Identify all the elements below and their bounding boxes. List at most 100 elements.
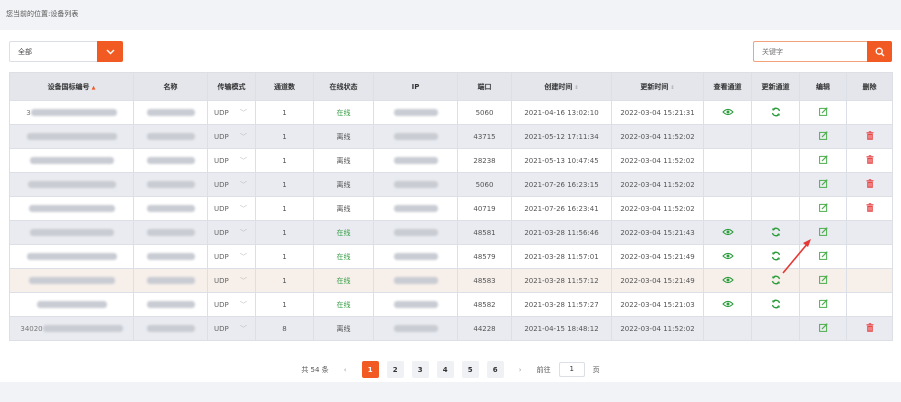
device-id-cell [9,124,134,149]
refresh-channels-button[interactable] [771,299,781,309]
port-cell: 5060 [457,172,512,197]
view-channels-button[interactable] [721,228,734,236]
page-button-5[interactable]: 5 [461,361,479,378]
page-button-4[interactable]: 4 [436,361,454,378]
redacted-name [146,277,195,284]
redacted-name [146,325,195,332]
refresh-channels-button[interactable] [771,107,781,117]
status-cell: 在线 [313,244,374,269]
view-channels-cell [703,172,752,197]
edit-button[interactable] [818,203,828,212]
page-button-2[interactable]: 2 [386,361,404,378]
edit-button[interactable] [818,107,828,116]
transport-cell[interactable]: UDP ﹀ [207,100,256,125]
col-header-device-id[interactable]: 设备国标编号 ▲ [9,72,134,101]
sort-up-icon[interactable]: ▲ [92,85,96,91]
refresh-channels-button[interactable] [771,275,781,285]
view-channels-cell[interactable] [703,268,752,293]
chevron-down-icon: ﹀ [240,300,247,309]
channel-count-cell: 1 [255,244,314,269]
col-header-view-channels: 查看通道 [703,72,752,101]
refresh-channels-cell[interactable] [751,292,800,317]
view-channels-cell [703,316,752,341]
port-cell: 48579 [457,244,512,269]
redacted-name [146,253,195,260]
page-button-6[interactable]: 6 [486,361,504,378]
edit-button[interactable] [818,155,828,164]
col-header-created[interactable]: 创建时间 ⇕ [511,72,612,101]
delete-button[interactable] [866,203,874,212]
edit-button[interactable] [818,131,828,140]
device-name-cell [133,124,208,149]
col-header-status: 在线状态 [313,72,374,101]
transport-cell[interactable]: UDP ﹀ [207,196,256,221]
refresh-channels-cell[interactable] [751,100,800,125]
sort-icon[interactable]: ⇕ [574,85,578,91]
transport-cell[interactable]: UDP ﹀ [207,244,256,269]
page-button-3[interactable]: 3 [411,361,429,378]
status-filter-select[interactable]: 全部 [9,41,123,62]
delete-button[interactable] [866,179,874,188]
refresh-channels-cell[interactable] [751,220,800,245]
col-header-channels: 通道数 [255,72,314,101]
delete-button[interactable] [866,323,874,332]
status-filter-value: 全部 [9,41,97,62]
delete-button[interactable] [866,155,874,164]
refresh-channels-button[interactable] [771,227,781,237]
table-row: UDP ﹀ 1 离线 43715 2021-05-12 17:11:34 2022-03-0… [9,124,893,149]
refresh-channels-cell[interactable] [751,268,800,293]
goto-page-input[interactable]: 1 [558,362,585,377]
device-id-cell: 3 [9,100,134,125]
trash-icon [866,131,873,140]
edit-button[interactable] [818,323,828,332]
edit-cell [799,100,847,125]
edit-button[interactable] [818,299,828,308]
device-name-cell [133,292,208,317]
transport-cell[interactable]: UDP ﹀ [207,148,256,173]
edit-cell [799,172,847,197]
port-cell: 44228 [457,316,512,341]
chevron-down-icon[interactable] [97,41,123,62]
delete-cell [846,220,893,245]
view-channels-button[interactable] [721,300,734,308]
view-channels-cell [703,124,752,149]
updated-time-cell: 2022-03-04 15:21:43 [611,220,704,245]
ip-cell [373,100,458,125]
transport-cell[interactable]: UDP ﹀ [207,292,256,317]
page-button-1[interactable]: 1 [361,361,379,378]
transport-cell[interactable]: UDP ﹀ [207,124,256,149]
chevron-down-icon: ﹀ [240,132,247,141]
col-header-updated[interactable]: 更新时间 ⇕ [611,72,704,101]
device-name-cell [133,316,208,341]
view-channels-button[interactable] [721,276,734,284]
channel-count-cell: 1 [255,220,314,245]
view-channels-cell[interactable] [703,220,752,245]
view-channels-cell [703,196,752,221]
edit-button[interactable] [818,227,828,236]
refresh-channels-cell[interactable] [751,244,800,269]
delete-cell [846,244,893,269]
refresh-channels-button[interactable] [771,251,781,261]
edit-button[interactable] [818,275,828,284]
edit-icon [818,155,828,164]
prev-page-icon[interactable]: ‹ [337,366,354,374]
port-cell: 48583 [457,268,512,293]
ip-cell [373,292,458,317]
created-time-cell: 2021-03-28 11:57:12 [511,268,612,293]
search-input[interactable] [753,41,867,62]
transport-cell[interactable]: UDP ﹀ [207,268,256,293]
next-page-icon[interactable]: › [512,366,529,374]
transport-cell[interactable]: UDP ﹀ [207,220,256,245]
view-channels-button[interactable] [721,108,734,116]
transport-cell[interactable]: UDP ﹀ [207,316,256,341]
edit-button[interactable] [818,179,828,188]
delete-button[interactable] [866,131,874,140]
edit-button[interactable] [818,251,828,260]
search-button[interactable] [867,41,892,62]
sort-icon[interactable]: ⇕ [670,85,674,91]
view-channels-cell[interactable] [703,100,752,125]
transport-cell[interactable]: UDP ﹀ [207,172,256,197]
view-channels-cell[interactable] [703,292,752,317]
view-channels-cell[interactable] [703,244,752,269]
view-channels-button[interactable] [721,252,734,260]
